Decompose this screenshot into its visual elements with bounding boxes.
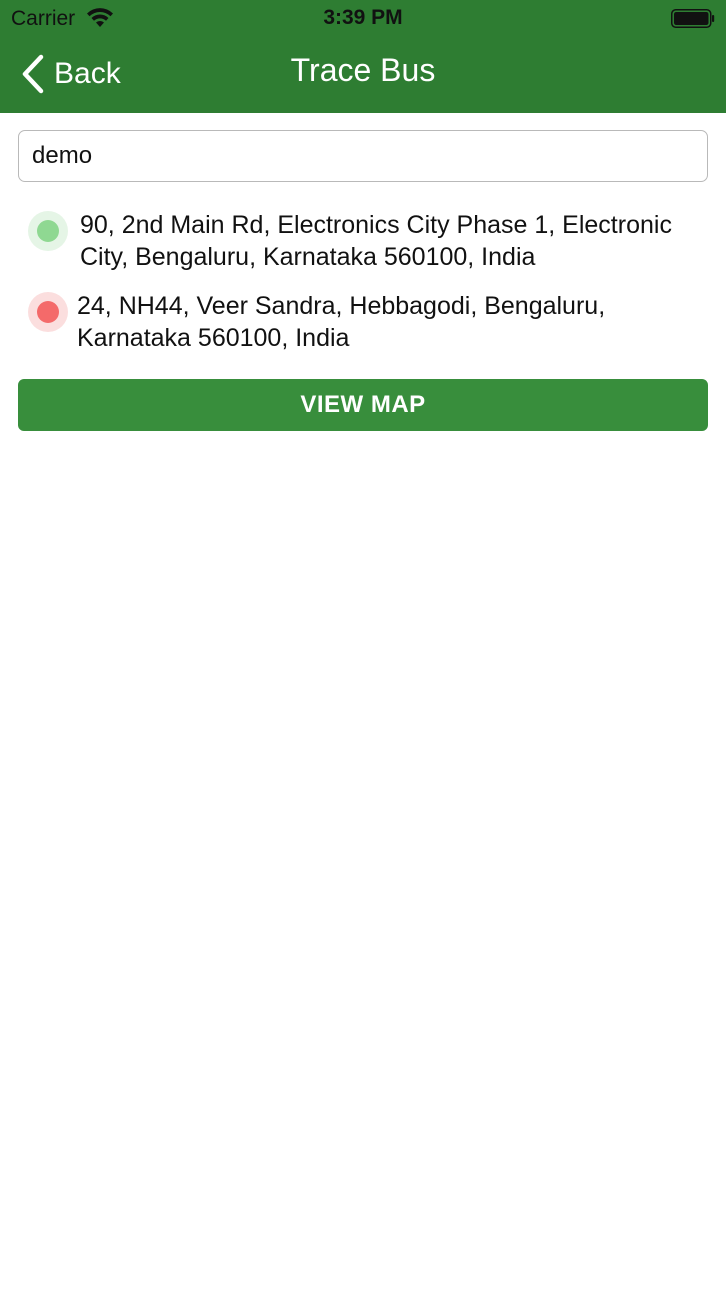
clock: 3:39 PM [323, 6, 403, 29]
stop-address: 90, 2nd Main Rd, Electronics City Phase … [80, 211, 672, 271]
nav-bar: Carrier 3:39 PM Back Trace Bus [0, 0, 726, 113]
view-map-button[interactable]: VIEW MAP [18, 379, 708, 431]
page-title: Trace Bus [290, 52, 436, 88]
stop-address: 24, NH44, Veer Sandra, Hebbagodi, Bengal… [77, 292, 606, 352]
green-dot-icon [28, 211, 68, 251]
red-dot-icon [28, 292, 68, 332]
status-bar: Carrier 3:39 PM [0, 0, 726, 38]
stop-item-origin[interactable]: 90, 2nd Main Rd, Electronics City Phase … [28, 209, 708, 273]
battery-icon [671, 9, 715, 28]
stop-item-destination[interactable]: 24, NH44, Veer Sandra, Hebbagodi, Bengal… [28, 290, 708, 354]
search-input[interactable] [18, 130, 708, 182]
